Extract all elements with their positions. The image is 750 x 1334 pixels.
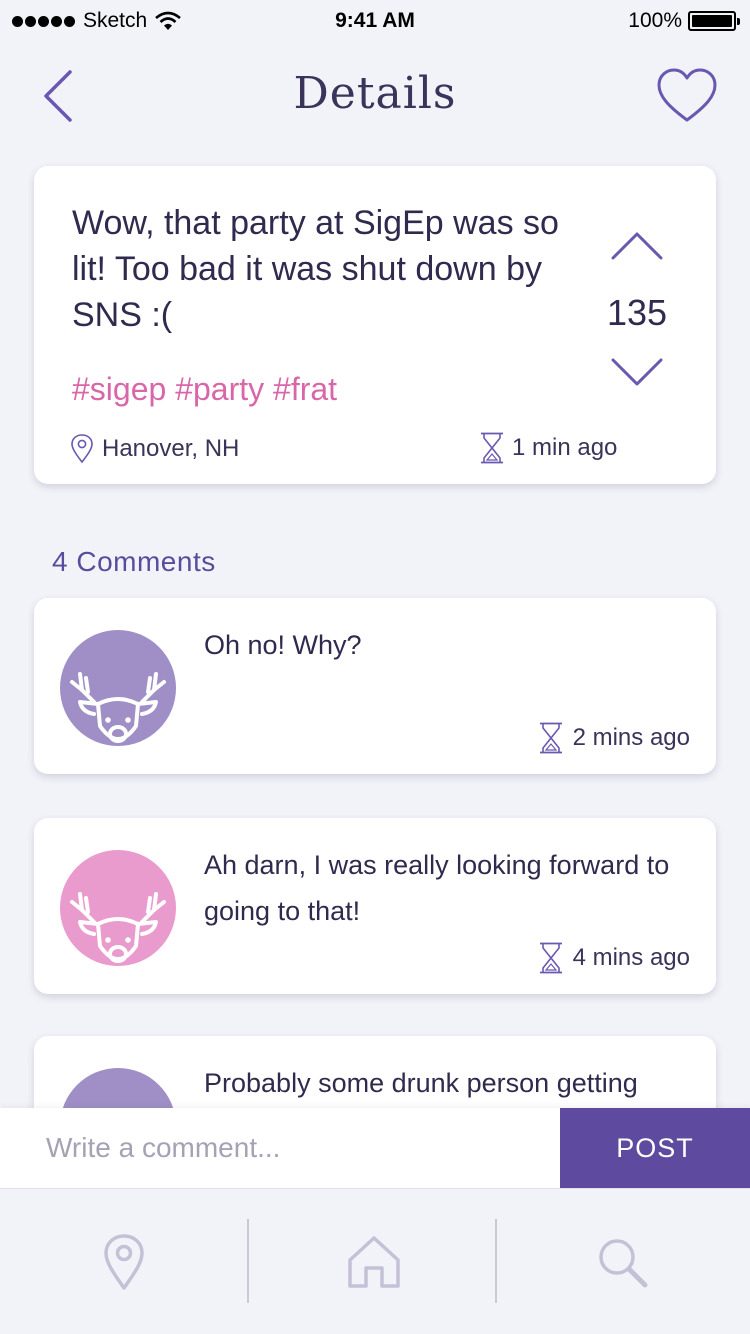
time-label: 4 mins ago bbox=[572, 944, 690, 971]
comment-text: Ah darn, I was really looking forward to… bbox=[204, 850, 670, 926]
downvote-button[interactable] bbox=[610, 356, 664, 390]
post-card: Wow, that party at SigEp was so lit! Too… bbox=[34, 166, 716, 484]
post-tags[interactable]: #sigep #party #frat bbox=[72, 371, 337, 408]
avatar bbox=[60, 850, 176, 966]
tab-home[interactable] bbox=[250, 1189, 498, 1334]
battery-icon bbox=[688, 11, 740, 31]
deer-icon bbox=[70, 892, 166, 963]
tab-divider bbox=[495, 1219, 497, 1303]
comment-input-bar: POST bbox=[0, 1108, 750, 1188]
comment-input[interactable] bbox=[46, 1108, 546, 1188]
tab-location[interactable] bbox=[0, 1189, 248, 1334]
post-text: Wow, that party at SigEp was so lit! Too… bbox=[72, 204, 559, 334]
battery-status: 100% bbox=[628, 9, 740, 33]
comment-time: 4 mins ago bbox=[539, 942, 690, 974]
comment-text: Probably some drunk person getting bbox=[204, 1068, 638, 1098]
tab-divider bbox=[247, 1219, 249, 1303]
tab-search[interactable] bbox=[498, 1189, 746, 1334]
location-label: Hanover, NH bbox=[102, 435, 240, 462]
heart-icon bbox=[657, 68, 717, 122]
comment-text: Oh no! Why? bbox=[204, 630, 362, 660]
time-label: 2 mins ago bbox=[572, 724, 690, 751]
post-location: Hanover, NH bbox=[70, 434, 239, 464]
favorite-button[interactable] bbox=[656, 68, 718, 124]
location-pin-icon bbox=[104, 1234, 144, 1290]
tab-bar bbox=[0, 1188, 750, 1334]
hourglass-icon bbox=[481, 432, 503, 464]
chevron-down-icon bbox=[611, 358, 663, 386]
hourglass-icon bbox=[539, 942, 562, 974]
vote-count: 135 bbox=[606, 292, 668, 333]
search-icon bbox=[599, 1239, 648, 1288]
status-bar: Sketch 9:41 AM 100% bbox=[0, 0, 750, 40]
battery-percent: 100% bbox=[628, 9, 682, 32]
hourglass-icon bbox=[539, 722, 562, 754]
home-icon bbox=[348, 1236, 400, 1288]
nav-bar: Details bbox=[0, 50, 750, 140]
upvote-button[interactable] bbox=[610, 228, 664, 262]
chevron-up-icon bbox=[611, 232, 663, 260]
comment-time: 2 mins ago bbox=[539, 722, 690, 754]
time-label: 1 min ago bbox=[512, 434, 618, 461]
comment-card: Ah darn, I was really looking forward to… bbox=[34, 818, 716, 994]
page-title: Details bbox=[293, 68, 457, 119]
comments-heading: 4 Comments bbox=[52, 546, 216, 577]
deer-icon bbox=[70, 672, 166, 743]
comment-card: Oh no! Why? 2 mins ago bbox=[34, 598, 716, 774]
location-pin-icon bbox=[71, 434, 93, 464]
avatar bbox=[60, 630, 176, 746]
post-button[interactable]: POST bbox=[560, 1108, 750, 1188]
post-time: 1 min ago bbox=[480, 432, 617, 464]
